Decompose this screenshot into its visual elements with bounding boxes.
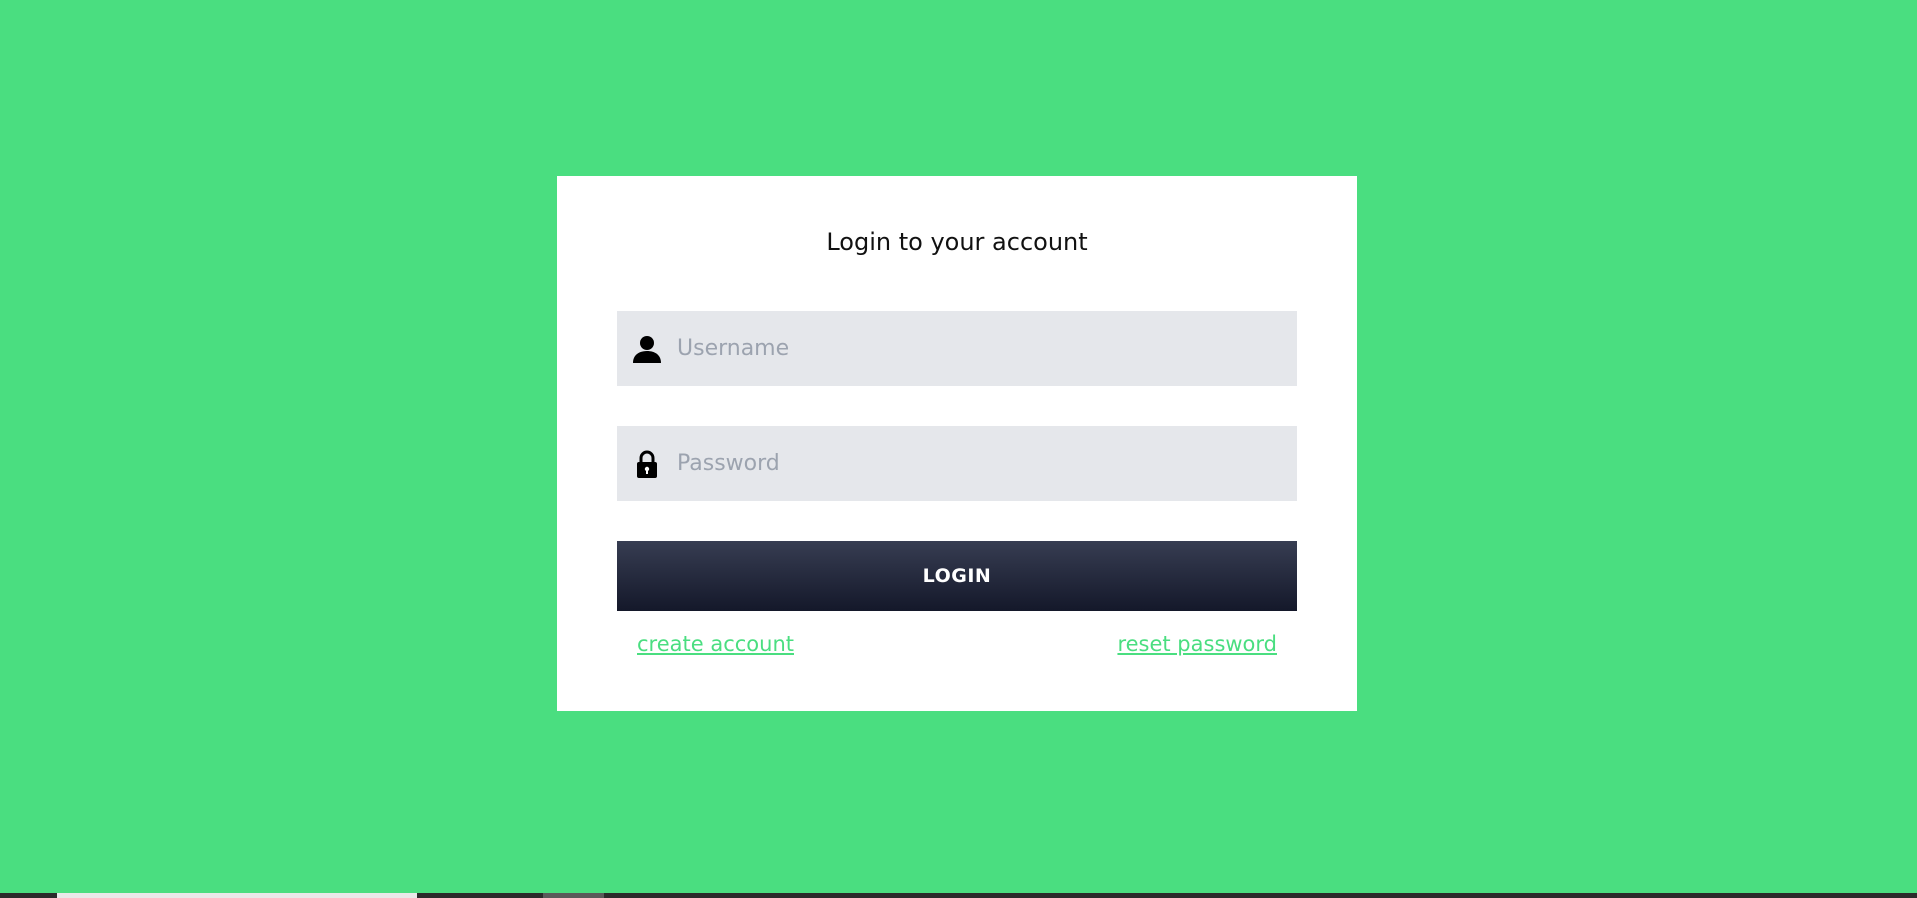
taskbar-item[interactable] [543,893,604,898]
account-links: create account reset password [637,632,1277,656]
username-input[interactable] [677,311,1297,386]
create-account-link[interactable]: create account [637,632,794,656]
taskbar [0,893,1917,898]
taskbar-active-item[interactable] [57,893,417,898]
user-icon [631,333,663,365]
login-card: Login to your account LOGIN [557,176,1357,711]
lock-icon [631,448,663,480]
page-background: Login to your account LOGIN [0,0,1917,898]
login-button[interactable]: LOGIN [617,541,1297,611]
password-field[interactable] [617,426,1297,501]
password-input[interactable] [677,426,1297,501]
login-title: Login to your account [826,228,1088,256]
reset-password-link[interactable]: reset password [1117,632,1277,656]
username-field[interactable] [617,311,1297,386]
